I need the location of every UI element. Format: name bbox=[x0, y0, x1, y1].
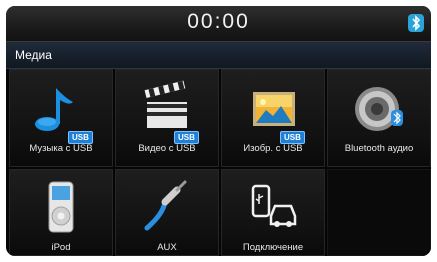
bluetooth-status-icon bbox=[408, 14, 424, 32]
clock: 00:00 bbox=[187, 10, 250, 33]
media-grid: USB Музыка с USB USB Видео с USB USB Изо… bbox=[9, 69, 431, 256]
media-screen: 00:00 Медиа USB Музыка с USB USB Видео с… bbox=[6, 6, 431, 256]
tile-ipod[interactable]: iPod bbox=[9, 169, 113, 256]
tile-label: iPod bbox=[51, 242, 71, 253]
speaker-bluetooth-icon bbox=[355, 87, 403, 131]
tile-usb-music[interactable]: USB Музыка с USB bbox=[9, 69, 113, 167]
tile-bluetooth-audio[interactable]: Bluetooth аудио bbox=[327, 69, 431, 167]
tile-usb-images[interactable]: USB Изобр. с USB bbox=[221, 69, 325, 167]
status-bar: 00:00 bbox=[6, 6, 431, 42]
ipod-icon bbox=[48, 181, 74, 233]
tile-label: AUX bbox=[157, 242, 177, 253]
tile-label: Видео с USB bbox=[138, 143, 196, 154]
tile-aux[interactable]: AUX bbox=[115, 169, 219, 256]
section-title: Медиа bbox=[15, 48, 52, 62]
phone-car-connection-icon bbox=[251, 184, 297, 227]
tile-empty bbox=[327, 169, 431, 256]
tile-usb-video[interactable]: USB Видео с USB bbox=[115, 69, 219, 167]
music-note-usb-icon bbox=[35, 88, 73, 131]
tile-connection[interactable]: Подключение bbox=[221, 169, 325, 256]
tile-label: Изобр. с USB bbox=[243, 143, 303, 154]
tile-label: Музыка с USB bbox=[29, 143, 93, 154]
picture-usb-icon bbox=[253, 92, 295, 126]
tile-label: Bluetooth аудио bbox=[344, 143, 414, 154]
clapperboard-usb-icon bbox=[144, 80, 187, 128]
aux-cable-icon bbox=[144, 180, 187, 231]
section-header: Медиа bbox=[6, 42, 431, 69]
tile-label: Подключение bbox=[242, 242, 304, 253]
